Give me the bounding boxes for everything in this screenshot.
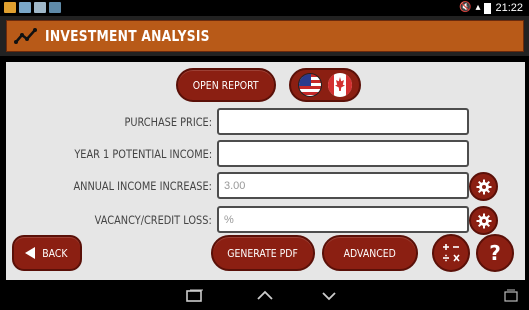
download-icon [49, 2, 61, 13]
screenshot-icon[interactable] [502, 289, 520, 303]
gear-icon [476, 179, 491, 194]
income-increase-settings-button[interactable] [469, 172, 498, 201]
status-time: 21:22 [495, 2, 523, 14]
generate-pdf-label: GENERATE PDF [227, 246, 299, 260]
open-report-button[interactable]: OPEN REPORT [176, 68, 276, 102]
us-flag-icon[interactable] [298, 73, 322, 97]
recent-apps-icon[interactable] [186, 289, 204, 303]
vacancy-settings-button[interactable] [469, 206, 498, 235]
notification-icons [4, 2, 61, 13]
calculator-button[interactable] [432, 234, 470, 272]
battery-icon [484, 2, 492, 14]
back-arrow-icon [24, 247, 35, 259]
year1-income-input[interactable] [217, 140, 469, 167]
image-icon [34, 2, 46, 13]
system-navigation-bar [0, 283, 529, 310]
gear-icon [476, 213, 491, 228]
back-label: BACK [41, 246, 68, 260]
purchase-price-input[interactable] [217, 108, 469, 135]
app-bar-inner: INVESTMENT ANALYSIS [6, 20, 524, 52]
notification-icon [4, 2, 16, 13]
back-button[interactable]: BACK [12, 235, 82, 271]
annual-income-increase-label: ANNUAL INCOME INCREASE: [73, 179, 212, 193]
currency-selector [289, 68, 361, 102]
help-button[interactable]: ? [476, 234, 514, 272]
maple-leaf-icon [335, 77, 345, 91]
advanced-button[interactable]: ADVANCED [322, 235, 418, 271]
help-label: ? [489, 241, 501, 265]
calculator-icon [443, 244, 460, 262]
vacancy-credit-loss-label: VACANCY/CREDIT LOSS: [94, 213, 212, 227]
app-bar: INVESTMENT ANALYSIS [0, 16, 529, 56]
annual-income-increase-input[interactable] [217, 172, 469, 199]
canada-flag-icon[interactable] [328, 73, 352, 97]
purchase-price-label: PURCHASE PRICE: [124, 115, 212, 129]
generate-pdf-button[interactable]: GENERATE PDF [211, 235, 315, 271]
chart-line-icon [13, 23, 39, 49]
vacancy-credit-loss-input[interactable] [217, 206, 469, 233]
status-bar: 🔇 ▴ 21:22 [0, 0, 529, 16]
status-right: 🔇 ▴ 21:22 [459, 1, 523, 15]
back-nav-icon[interactable] [320, 289, 338, 303]
image-icon [19, 2, 31, 13]
home-icon[interactable] [256, 289, 274, 303]
open-report-label: OPEN REPORT [193, 78, 259, 92]
advanced-label: ADVANCED [343, 246, 397, 260]
page-title: INVESTMENT ANALYSIS [45, 27, 210, 45]
wifi-icon: ▴ [475, 2, 481, 13]
year1-income-label: YEAR 1 POTENTIAL INCOME: [74, 147, 212, 161]
bottom-action-bar: BACK GENERATE PDF ADVANCED ? [6, 234, 525, 274]
mute-icon: 🔇 [458, 2, 472, 13]
